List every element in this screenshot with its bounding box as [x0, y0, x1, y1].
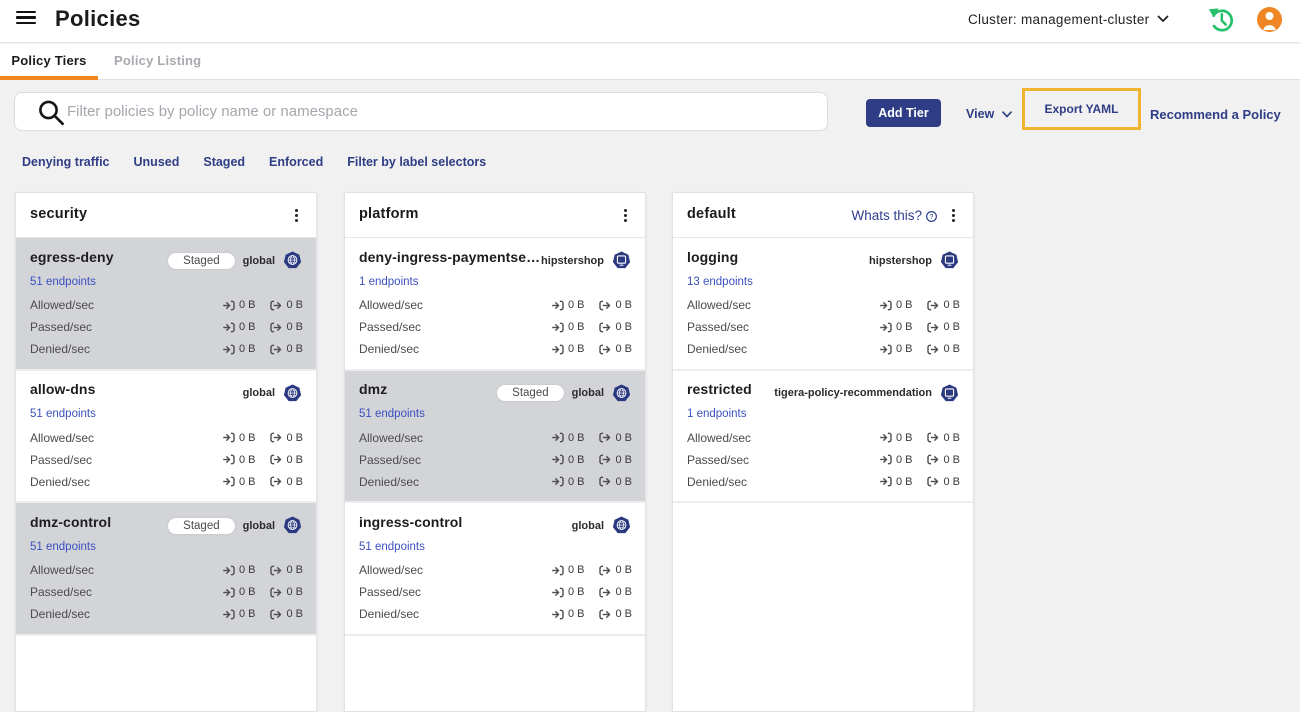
svg-text:?: ? [930, 214, 934, 221]
